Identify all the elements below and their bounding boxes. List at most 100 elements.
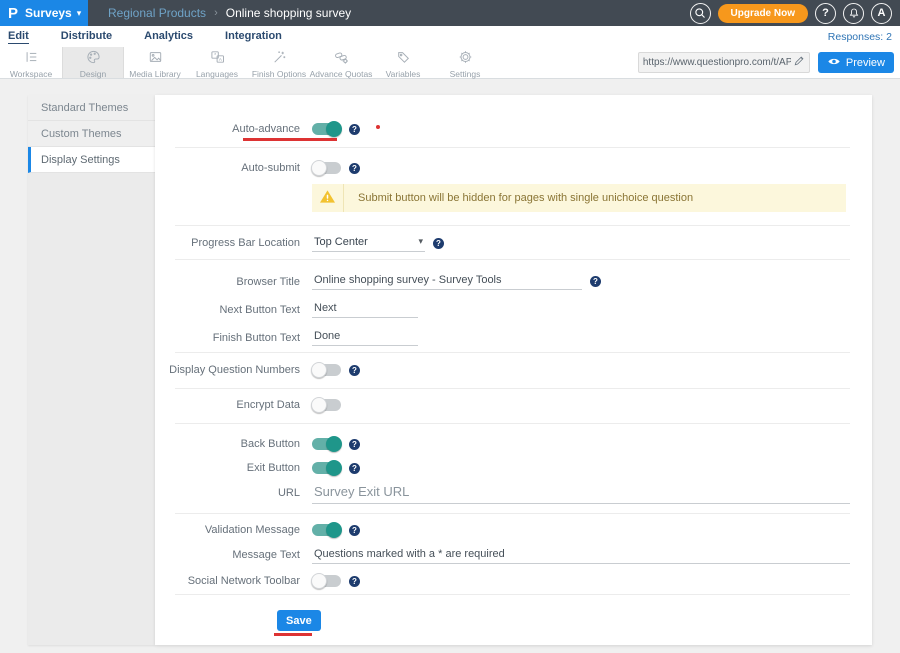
- auto-advance-toggle[interactable]: [312, 123, 341, 135]
- sidebar-item-standard-themes[interactable]: Standard Themes: [28, 95, 155, 121]
- survey-nav: Edit Distribute Analytics Integration Re…: [0, 26, 900, 47]
- divider: [175, 388, 850, 389]
- breadcrumb-folder[interactable]: Regional Products: [108, 6, 206, 20]
- progress-bar-location-select[interactable]: Top Center ▾: [312, 235, 425, 252]
- annotation-underline-auto-advance: [243, 138, 337, 141]
- toolbar-item-workspace[interactable]: Workspace: [0, 47, 62, 78]
- browser-title-input[interactable]: [312, 273, 582, 290]
- divider: [175, 594, 850, 595]
- divider: [175, 259, 850, 260]
- exit-button-label: Exit Button: [155, 462, 300, 474]
- app-header: P Surveys ▾ Regional Products › Online s…: [0, 0, 900, 26]
- back-button-help-icon[interactable]: ?: [349, 439, 360, 450]
- next-button-text-input[interactable]: [312, 301, 418, 318]
- toolbar-item-media-library[interactable]: Media Library: [124, 47, 186, 78]
- toolbar-item-languages[interactable]: *A Languages: [186, 47, 248, 78]
- toolbar-label: Advance Quotas: [310, 69, 373, 79]
- media-library-icon: [147, 49, 164, 68]
- message-text-input[interactable]: [312, 547, 850, 564]
- progress-bar-location-value: Top Center: [314, 236, 368, 248]
- preview-button[interactable]: Preview: [818, 52, 894, 73]
- breadcrumb-survey-name[interactable]: Online shopping survey: [226, 6, 351, 20]
- encrypt-data-label: Encrypt Data: [155, 399, 300, 411]
- toolbar-label: Design: [80, 69, 106, 79]
- encrypt-data-toggle[interactable]: [312, 399, 341, 411]
- avatar[interactable]: A: [871, 3, 892, 24]
- sidebar-item-custom-themes[interactable]: Custom Themes: [28, 121, 155, 147]
- tab-distribute[interactable]: Distribute: [61, 30, 112, 43]
- survey-url-input[interactable]: [643, 57, 791, 68]
- next-button-text-label: Next Button Text: [155, 304, 300, 316]
- preview-label: Preview: [846, 57, 885, 69]
- progress-bar-help-icon[interactable]: ?: [433, 238, 444, 249]
- eye-icon: [827, 56, 841, 70]
- validation-message-help-icon[interactable]: ?: [349, 525, 360, 536]
- browser-title-help-icon[interactable]: ?: [590, 276, 601, 287]
- social-network-toolbar-help-icon[interactable]: ?: [349, 576, 360, 587]
- auto-advance-label: Auto-advance: [155, 123, 300, 135]
- save-button[interactable]: Save: [277, 610, 321, 631]
- display-settings-panel: Auto-advance ? Auto-submit ? Submit butt…: [155, 95, 872, 645]
- toolbar-label: Finish Options: [252, 69, 306, 79]
- notifications-bell-icon[interactable]: [843, 3, 864, 24]
- toolbar-item-advance-quotas[interactable]: Advance Quotas: [310, 47, 372, 78]
- design-icon: [85, 49, 102, 68]
- finish-button-text-input[interactable]: [312, 329, 418, 346]
- variables-icon: [395, 49, 412, 68]
- display-question-numbers-label: Display Question Numbers: [155, 364, 300, 376]
- auto-submit-help-icon[interactable]: ?: [349, 163, 360, 174]
- toolbar-item-settings[interactable]: Settings: [434, 47, 496, 78]
- back-button-toggle[interactable]: [312, 438, 341, 450]
- tab-edit[interactable]: Edit: [8, 30, 29, 44]
- divider: [175, 513, 850, 514]
- divider: [175, 147, 850, 148]
- validation-message-toggle[interactable]: [312, 524, 341, 536]
- responses-count-link[interactable]: Responses: 2: [828, 31, 892, 43]
- warning-text: Submit button will be hidden for pages w…: [358, 192, 693, 204]
- product-switcher[interactable]: Surveys: [25, 6, 72, 20]
- toolbar-label: Languages: [196, 69, 238, 79]
- svg-text:*: *: [214, 52, 216, 58]
- exit-button-help-icon[interactable]: ?: [349, 463, 360, 474]
- auto-advance-help-icon[interactable]: ?: [349, 124, 360, 135]
- search-icon[interactable]: [690, 3, 711, 24]
- tab-analytics[interactable]: Analytics: [144, 30, 193, 43]
- social-network-toolbar-label: Social Network Toolbar: [155, 575, 300, 587]
- validation-message-label: Validation Message: [155, 524, 300, 536]
- toolbar-item-finish-options[interactable]: Finish Options: [248, 47, 310, 78]
- finish-button-text-label: Finish Button Text: [155, 332, 300, 344]
- toolbar-item-design[interactable]: Design: [62, 47, 124, 78]
- divider: [175, 423, 850, 424]
- logo-block[interactable]: P Surveys ▾: [0, 0, 88, 26]
- message-text-label: Message Text: [155, 549, 300, 561]
- select-caret-icon: ▾: [418, 236, 423, 247]
- edit-url-pencil-icon[interactable]: [793, 55, 805, 70]
- toolbar-label: Workspace: [10, 69, 52, 79]
- warning-divider: [343, 184, 344, 212]
- tab-integration[interactable]: Integration: [225, 30, 282, 43]
- social-network-toolbar-toggle[interactable]: [312, 575, 341, 587]
- toolbar-label: Settings: [450, 69, 481, 79]
- finish-options-icon: [271, 49, 288, 68]
- questionpro-logo-icon: P: [8, 6, 18, 21]
- advance-quotas-icon: [333, 49, 350, 68]
- back-button-label: Back Button: [155, 438, 300, 450]
- breadcrumb-separator-icon: ›: [214, 7, 218, 19]
- display-question-numbers-toggle[interactable]: [312, 364, 341, 376]
- exit-button-toggle[interactable]: [312, 462, 341, 474]
- auto-submit-toggle[interactable]: [312, 162, 341, 174]
- breadcrumb: Regional Products › Online shopping surv…: [108, 6, 351, 20]
- exit-url-input[interactable]: [312, 483, 850, 504]
- progress-bar-location-label: Progress Bar Location: [155, 237, 300, 249]
- sidebar-item-display-settings[interactable]: Display Settings: [28, 147, 155, 173]
- toolbar-item-variables[interactable]: Variables: [372, 47, 434, 78]
- warning-banner: Submit button will be hidden for pages w…: [312, 184, 846, 212]
- toolbar-label: Variables: [386, 69, 421, 79]
- exit-url-label: URL: [155, 487, 300, 499]
- upgrade-now-button[interactable]: Upgrade Now: [718, 4, 808, 23]
- warning-triangle-icon: [319, 189, 336, 207]
- toolbar-label: Media Library: [129, 69, 181, 79]
- help-icon[interactable]: ?: [815, 3, 836, 24]
- display-question-numbers-help-icon[interactable]: ?: [349, 365, 360, 376]
- design-sidebar: Standard Themes Custom Themes Display Se…: [28, 95, 155, 645]
